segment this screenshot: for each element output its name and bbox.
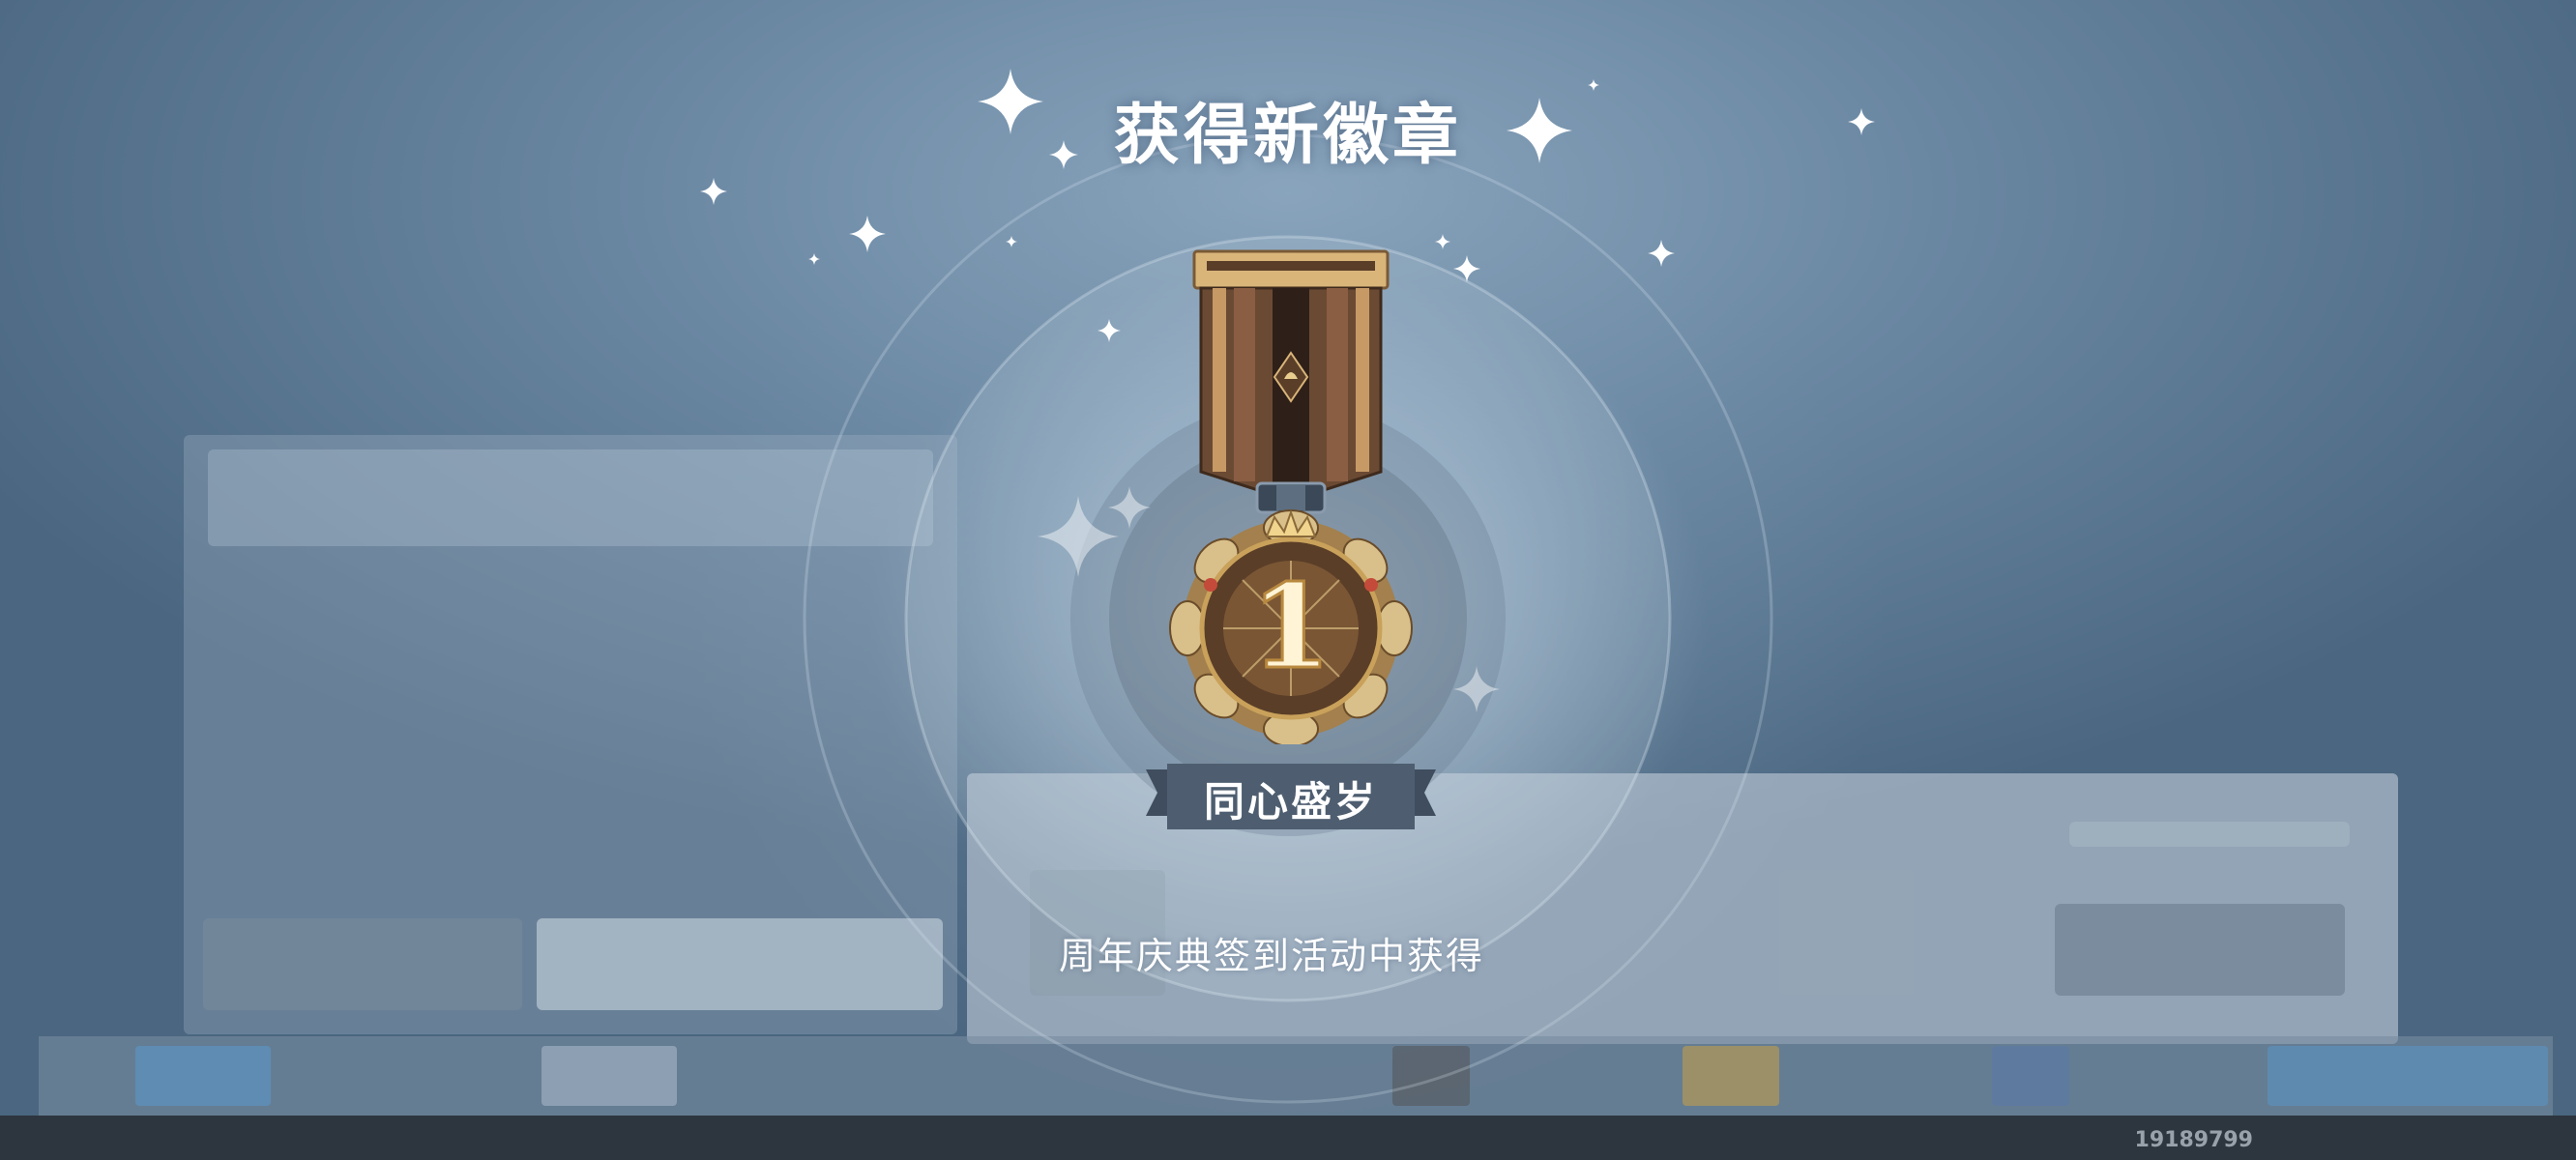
sparkle-icon [849,216,886,252]
sparkle-icon [1453,666,1500,712]
sparkle-icon [1006,236,1017,247]
sparkle-icon [700,178,727,205]
sparkle-icon [1038,496,1119,577]
popup-title: 获得新徽章 [1113,97,1462,174]
badge-description: 周年庆典签到活动中获得 [1059,935,1485,977]
badge-name: 同心盛岁 [1203,778,1378,826]
sparkle-icon [1098,319,1121,342]
user-id: 19189799 [2134,1128,2253,1152]
sparkle-icon [1453,255,1480,282]
medal-icon: 1 [1169,249,1413,744]
medal-number: 1 [1250,559,1332,695]
sparkle-icon [1648,240,1675,267]
sparkle-icon [808,253,820,265]
